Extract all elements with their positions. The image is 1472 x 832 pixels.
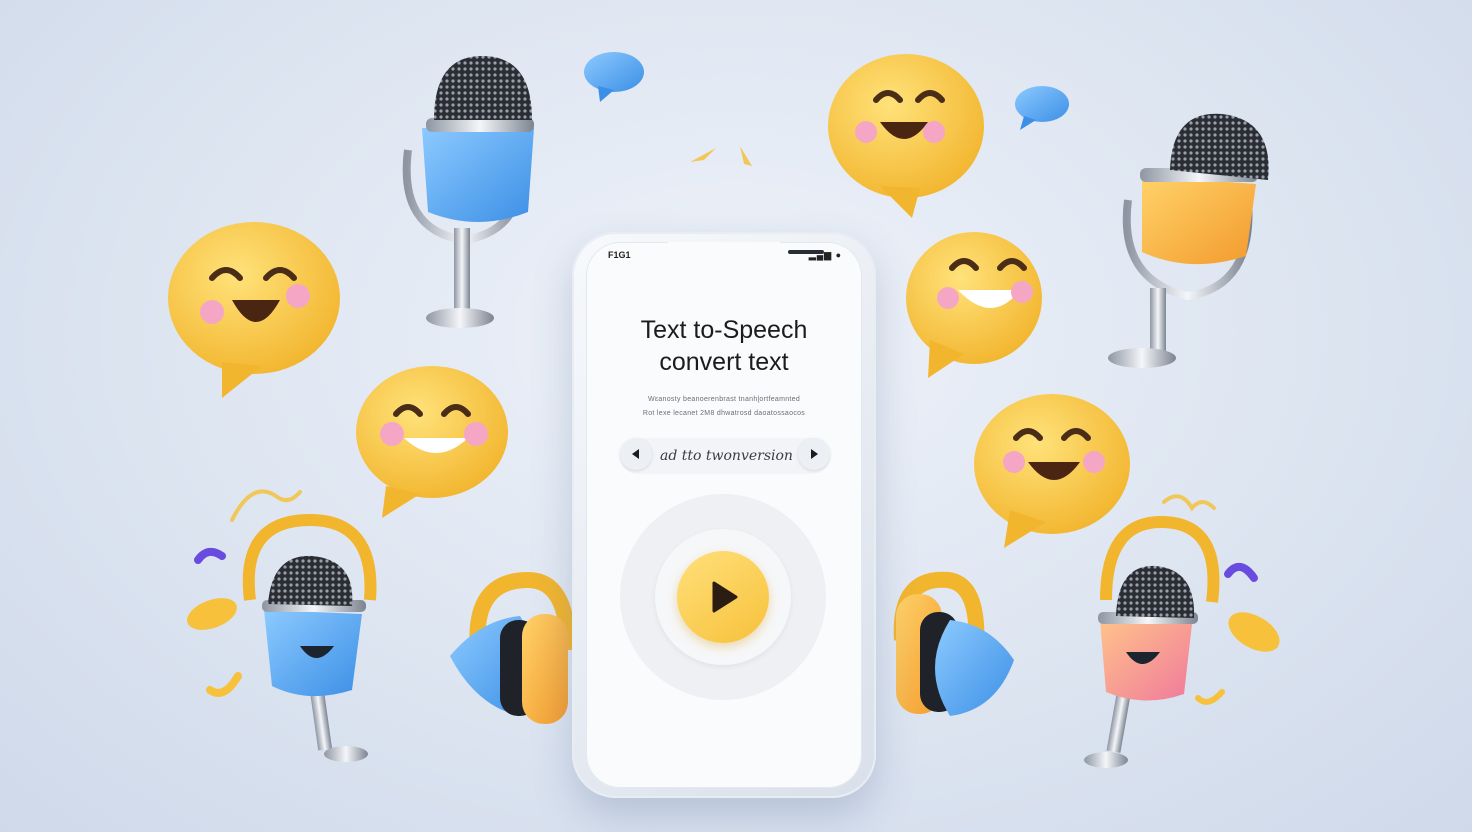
blue-bubble-icon bbox=[1015, 86, 1069, 130]
conversion-label: ad tto twonversion bbox=[660, 448, 793, 464]
description-line-2: Rot lexe lecanet 2M8 dhwatrosd daoatossa… bbox=[642, 410, 806, 417]
blue-bubble-icon bbox=[584, 52, 644, 102]
play-button[interactable] bbox=[677, 551, 769, 643]
microphone-icon bbox=[1108, 113, 1269, 368]
headphones-icon bbox=[893, 571, 1014, 716]
phone-screen: F1G1 ▂▄▆ ● Text to-Speech convert text W… bbox=[586, 242, 862, 788]
conversion-control: ad tto twonversion bbox=[620, 438, 830, 474]
headphones-icon bbox=[450, 571, 576, 724]
status-icons: ▂▄▆ ● bbox=[808, 250, 842, 260]
app-subtitle: convert text bbox=[659, 348, 789, 376]
phone-mockup: F1G1 ▂▄▆ ● Text to-Speech convert text W… bbox=[572, 232, 876, 798]
microphone-icon bbox=[1084, 515, 1220, 768]
smiley-bubble-icon bbox=[974, 394, 1130, 548]
smiley-bubble-icon bbox=[356, 366, 508, 518]
app-title: Text to-Speech bbox=[640, 316, 808, 344]
smiley-bubble-icon bbox=[906, 232, 1042, 378]
microphone-icon bbox=[402, 56, 534, 328]
status-time: F1G1 bbox=[608, 250, 631, 260]
description-line-1: Wɛanosty beanoerenbrast tnanhɭortfeamnte… bbox=[647, 396, 801, 403]
smiley-bubble-icon bbox=[828, 54, 984, 218]
next-button[interactable] bbox=[798, 438, 830, 470]
previous-button[interactable] bbox=[620, 438, 652, 470]
play-icon bbox=[712, 581, 738, 613]
triangle-right-icon bbox=[811, 449, 818, 459]
microphone-icon bbox=[242, 513, 377, 762]
smiley-bubble-icon bbox=[168, 222, 340, 398]
phone-notch bbox=[668, 242, 824, 260]
triangle-left-icon bbox=[632, 449, 639, 459]
